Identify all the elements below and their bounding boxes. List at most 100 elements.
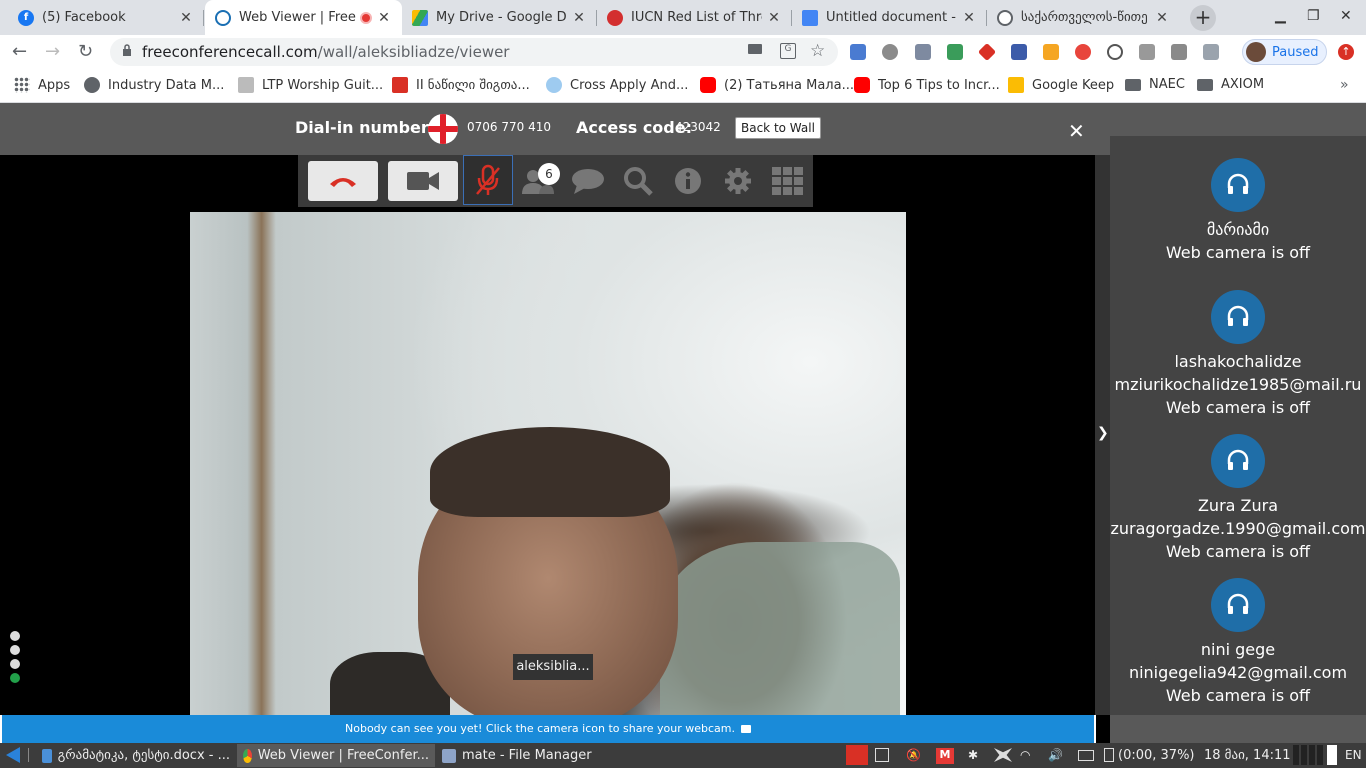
tab-iucn[interactable]: IUCN Red List of Threa ✕ [597, 0, 792, 35]
bookmark-cross-apply[interactable]: Cross Apply And... [546, 77, 688, 93]
translate-icon[interactable]: G [780, 43, 796, 59]
participant-name: lashakochalidze [1174, 352, 1302, 371]
anydesk-tray-icon[interactable] [846, 745, 868, 765]
sidebar-toggle[interactable]: ❯ [1095, 155, 1110, 715]
extension-flag-icon[interactable] [1171, 44, 1187, 60]
extension-circle-icon[interactable] [1107, 44, 1123, 60]
tab-google-docs[interactable]: Untitled document - G ✕ [792, 0, 987, 35]
tab-georgian-page[interactable]: საქართველოს-წითე ✕ [987, 0, 1180, 35]
info-icon [675, 168, 701, 194]
video-name-tag: aleksiblia... [513, 654, 593, 680]
info-button[interactable] [668, 160, 708, 202]
maximize-icon[interactable]: ❐ [1307, 8, 1320, 24]
bookmark-pdf[interactable]: II ნაწილი შიგთა... [392, 77, 530, 93]
url-text[interactable]: freeconferencecall.com/wall/aleksibliadz… [142, 43, 509, 61]
bookmark-apps[interactable]: Apps [14, 77, 70, 93]
dropbox-tray-icon[interactable] [994, 748, 1012, 762]
taskbar-item-file-manager[interactable]: mate - File Manager [436, 744, 636, 767]
close-icon[interactable]: ✕ [376, 10, 392, 26]
extension-timer-icon[interactable] [1075, 44, 1091, 60]
chevron-right-icon: ❯ [1097, 425, 1109, 441]
main-video-feed [190, 212, 906, 715]
extension-translate-icon[interactable] [850, 44, 866, 60]
notes-tray-icon[interactable] [875, 748, 889, 762]
settings-button[interactable] [718, 160, 758, 202]
participant-status: Web camera is off [1165, 243, 1311, 262]
taskbar-item-document[interactable]: გრამატიკა, ტესტი.docx - ... [36, 744, 236, 767]
bookmark-industry-data[interactable]: Industry Data M... [84, 77, 224, 93]
new-tab-button[interactable]: + [1190, 5, 1216, 31]
microphone-mute-button[interactable] [463, 155, 513, 205]
workspace-active[interactable] [1327, 745, 1337, 765]
extension-people-icon[interactable] [947, 44, 963, 60]
tab-facebook[interactable]: f (5) Facebook ✕ [8, 0, 204, 35]
keyboard-layout-indicator[interactable]: EN [1345, 748, 1362, 762]
workspace-switcher[interactable] [1293, 745, 1325, 765]
extension-arrow-icon[interactable] [977, 42, 997, 62]
close-icon[interactable]: ✕ [1154, 10, 1170, 26]
menu-launcher-icon[interactable] [6, 747, 20, 763]
close-icon[interactable]: ✕ [766, 10, 782, 26]
update-icon[interactable]: ↑ [1338, 44, 1354, 60]
camera-icon[interactable] [740, 725, 751, 733]
extension-v-icon[interactable] [1203, 44, 1219, 60]
bookmark-youtube-1[interactable]: (2) Татьяна Мала... [700, 77, 854, 93]
mail-icon[interactable] [1078, 750, 1094, 761]
profile-status-label: Paused [1272, 44, 1319, 60]
close-icon[interactable]: ✕ [961, 10, 977, 26]
lock-icon [123, 44, 131, 56]
mega-tray-icon[interactable]: M [936, 748, 954, 764]
star-bookmark-icon[interactable]: ☆ [810, 41, 825, 61]
battery-icon[interactable] [1104, 748, 1114, 762]
close-window-icon[interactable]: ✕ [1340, 8, 1352, 24]
back-to-wall-button[interactable]: Back to Wall [735, 117, 821, 139]
keep-icon [1008, 77, 1024, 93]
address-bar[interactable]: freeconferencecall.com/wall/aleksibliadz… [110, 38, 838, 66]
bookmark-ltp-worship[interactable]: LTP Worship Guit... [238, 77, 383, 93]
profile-button[interactable]: Paused [1242, 39, 1327, 65]
extension-window-icon[interactable] [1139, 44, 1155, 60]
bookmark-folder-axiom[interactable]: AXIOM [1197, 77, 1264, 92]
bookmark-google-keep[interactable]: Google Keep [1008, 77, 1114, 93]
bookmark-folder-naec[interactable]: NAEC [1125, 77, 1185, 92]
clock[interactable]: 18 მაი, 14:11 [1204, 748, 1291, 763]
extension-orange-icon[interactable] [1043, 44, 1059, 60]
tab-title: Untitled document - G [826, 10, 957, 25]
bookmarks-bar: Apps Industry Data M... LTP Worship Guit… [0, 69, 1366, 103]
dial-in-number: 0706 770 410 [467, 120, 551, 134]
taskbar-item-label: გრამატიკა, ტესტი.docx - ... [57, 748, 230, 763]
close-icon[interactable]: ✕ [178, 10, 194, 26]
wifi-icon[interactable]: ◠ [1020, 748, 1034, 762]
google-drive-icon [412, 9, 428, 26]
camera-button[interactable] [388, 161, 458, 201]
minimize-icon[interactable]: ▁ [1275, 8, 1286, 24]
hang-up-button[interactable] [308, 161, 378, 201]
page-indicator-dots[interactable] [10, 631, 20, 687]
avatar [1246, 42, 1266, 62]
bookmark-label: Industry Data M... [108, 77, 225, 93]
more-bookmarks-icon[interactable]: » [1340, 77, 1349, 93]
chat-button[interactable] [568, 160, 608, 202]
forward-arrow-icon[interactable]: → [45, 41, 60, 62]
bookmark-youtube-2[interactable]: Top 6 Tips to Incr... [854, 77, 1000, 93]
back-arrow-icon[interactable]: ← [12, 41, 27, 62]
bell-muted-icon[interactable]: 🔕 [906, 748, 921, 762]
volume-icon[interactable]: 🔊 [1048, 748, 1063, 762]
close-icon[interactable]: ✕ [571, 10, 587, 26]
extension-chat-icon[interactable] [882, 44, 898, 60]
close-icon[interactable]: ✕ [1068, 119, 1085, 143]
layout-grid-button[interactable] [768, 160, 808, 202]
bookmark-label: LTP Worship Guit... [262, 77, 384, 93]
tab-google-drive[interactable]: My Drive - Google Driv ✕ [402, 0, 597, 35]
extension-save-icon[interactable] [1011, 44, 1027, 60]
reload-icon[interactable]: ↻ [78, 41, 93, 62]
headset-icon [1211, 578, 1265, 632]
tab-title: საქართველოს-წითე [1021, 10, 1148, 25]
camera-permission-icon[interactable] [748, 44, 762, 54]
search-button[interactable] [618, 160, 658, 202]
extension-dropbox-icon[interactable] [915, 44, 931, 60]
bluetooth-icon[interactable]: ✱ [968, 748, 982, 762]
taskbar-item-chrome[interactable]: Web Viewer | FreeConfer... [237, 744, 435, 767]
webcam-notice-bar[interactable]: Nobody can see you yet! Click the camera… [0, 715, 1096, 743]
tab-web-viewer[interactable]: Web Viewer | Free ✕ [205, 0, 402, 35]
